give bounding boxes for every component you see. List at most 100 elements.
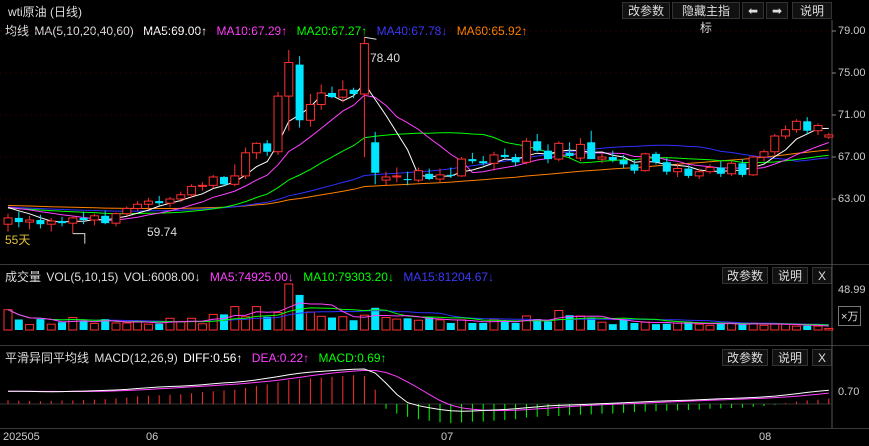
candle-body <box>748 156 758 176</box>
candle-body <box>630 164 639 171</box>
candle-body <box>176 194 186 200</box>
candle-body <box>803 121 812 131</box>
candle-body <box>328 92 336 98</box>
volume-bar <box>457 319 467 331</box>
candle-body <box>14 217 23 223</box>
candle-body <box>251 142 261 154</box>
volume-bar <box>479 322 488 330</box>
volume-bar <box>716 323 725 330</box>
volume-bar <box>197 323 207 331</box>
candle-body <box>468 159 477 162</box>
volume-bar <box>791 325 801 331</box>
volume-bar <box>652 324 660 330</box>
candle-body <box>511 157 520 163</box>
volume-bar <box>435 319 445 331</box>
volume-bar <box>89 322 99 331</box>
candle-body <box>652 153 660 163</box>
candle-body <box>284 62 294 97</box>
volume-bar <box>305 311 315 331</box>
candle-body <box>371 142 380 173</box>
volume-bar <box>705 324 715 331</box>
candle-body <box>640 153 650 172</box>
volume-bar <box>413 319 423 331</box>
candle-body <box>813 125 823 132</box>
volume-bar <box>511 322 520 330</box>
volume-bar <box>14 319 23 330</box>
volume-bar <box>759 324 769 331</box>
volume-bar <box>521 315 531 331</box>
candle-body <box>316 92 326 105</box>
candle-body <box>533 141 542 151</box>
volume-bar <box>36 319 45 330</box>
kline-chart[interactable] <box>0 0 869 446</box>
high-marker <box>364 36 377 40</box>
candle-body <box>791 120 801 131</box>
volume-bar <box>187 317 197 331</box>
volume-bar <box>824 327 834 331</box>
candle-body <box>58 221 66 224</box>
candle-body <box>662 162 671 172</box>
volume-bar <box>263 316 272 330</box>
candle-body <box>521 140 531 163</box>
volume-bar <box>133 320 143 331</box>
volume-bar <box>608 324 617 330</box>
candle-body <box>305 104 315 121</box>
candle-body <box>165 198 175 204</box>
candle-body <box>230 175 240 185</box>
volume-bar <box>3 309 13 331</box>
candle-body <box>565 152 574 156</box>
candle-body <box>684 168 693 176</box>
volume-bar <box>143 323 153 331</box>
volume-bar <box>220 314 228 330</box>
volume-bar <box>662 323 671 330</box>
candle-body <box>705 167 715 173</box>
candle-body <box>554 142 564 160</box>
candle-body <box>241 152 251 177</box>
candle-body <box>457 158 467 177</box>
volume-bar <box>111 322 121 331</box>
candle-body <box>597 156 607 160</box>
candle-body <box>187 185 197 196</box>
volume-bar <box>500 321 509 330</box>
candle-body <box>155 201 164 204</box>
candle-body <box>133 203 143 209</box>
volume-bar <box>58 322 66 330</box>
candle-body <box>295 64 304 121</box>
volume-bar <box>597 321 607 331</box>
volume-bar <box>176 320 186 331</box>
candle-body <box>500 154 509 157</box>
volume-bar <box>738 324 747 330</box>
volume-bar <box>338 316 348 331</box>
volume-bar <box>565 315 574 330</box>
volume-bar <box>803 325 812 330</box>
volume-bar <box>694 323 704 331</box>
candle-body <box>575 143 585 159</box>
volume-bar <box>630 322 639 330</box>
candle-body <box>122 207 132 215</box>
candle-body <box>381 176 391 181</box>
candle-body <box>359 43 369 95</box>
candle-body <box>770 135 780 153</box>
candle-body <box>349 89 358 94</box>
candle-body <box>435 174 445 180</box>
candle-body <box>694 171 704 177</box>
candle-body <box>608 157 617 161</box>
low-marker <box>72 233 86 244</box>
candle-body <box>716 167 725 174</box>
candle-body <box>738 163 747 175</box>
volume-bar <box>165 317 175 331</box>
candle-body <box>36 220 45 225</box>
candle-body <box>89 215 99 221</box>
volume-bar <box>328 317 336 330</box>
candle-body <box>101 215 110 224</box>
ma5-line <box>7 82 829 223</box>
candle-body <box>273 95 283 153</box>
volume-bar <box>381 317 391 331</box>
volume-bar <box>468 322 477 330</box>
volume-bar <box>122 322 132 331</box>
volume-bar <box>79 321 88 330</box>
candle-body <box>587 142 596 160</box>
candle-body <box>544 150 552 160</box>
volume-bar <box>403 318 412 330</box>
candle-body <box>824 134 834 138</box>
